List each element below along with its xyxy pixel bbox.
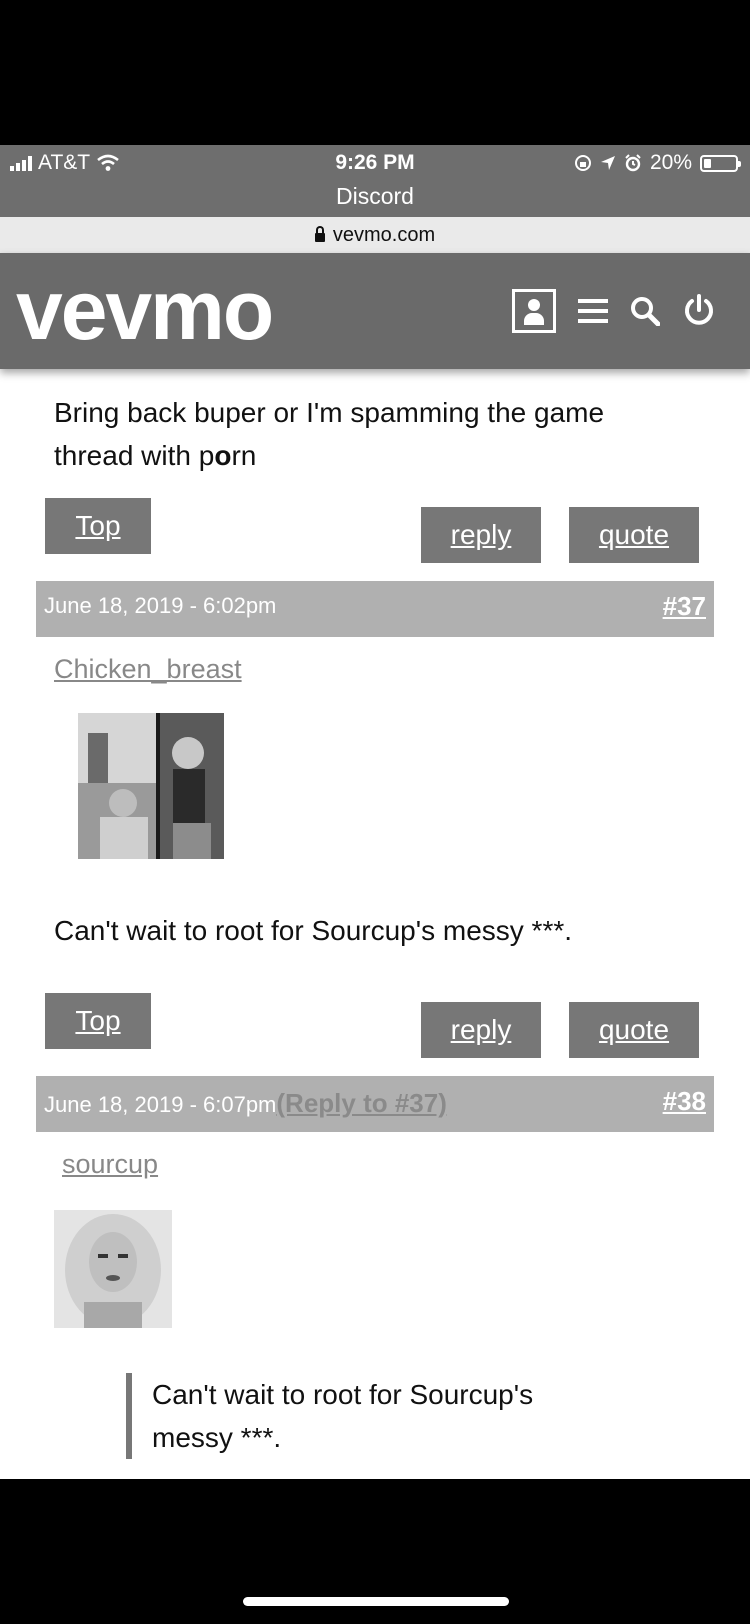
post-body-text: Bring back buper or I'm spamming the gam…: [54, 397, 605, 471]
status-right: 20%: [574, 151, 741, 175]
site-logo[interactable]: vevmo: [16, 255, 274, 365]
post-body-bold: o: [214, 440, 232, 471]
post-number-link[interactable]: #37: [663, 591, 706, 622]
post-body-text-end: rn: [231, 440, 257, 471]
phone-screen: AT&T 9:26 PM Discord 20% vevmo.com vevmo…: [0, 145, 750, 1479]
avatar[interactable]: [54, 1210, 172, 1328]
top-button[interactable]: Top: [45, 498, 151, 554]
back-to-app[interactable]: Discord: [0, 183, 750, 210]
menu-icon[interactable]: [578, 299, 608, 323]
reply-to-link[interactable]: (Reply to #37): [276, 1088, 447, 1118]
post-date-wrapper: June 18, 2019 - 6:07pm(Reply to #37): [44, 1088, 447, 1119]
search-icon[interactable]: [630, 296, 660, 326]
status-bar: AT&T 9:26 PM Discord 20%: [0, 145, 750, 217]
location-arrow-icon: [600, 156, 615, 170]
quote-button[interactable]: quote: [569, 507, 699, 563]
avatar[interactable]: [78, 713, 224, 859]
battery-icon: [700, 154, 741, 172]
alarm-icon: [625, 154, 641, 172]
reply-button[interactable]: reply: [421, 507, 541, 563]
post-header: June 18, 2019 - 6:07pm(Reply to #37) #38: [36, 1076, 714, 1132]
rotation-lock-icon: [574, 155, 591, 171]
post-header: June 18, 2019 - 6:02pm #37: [36, 581, 714, 637]
user-profile-icon[interactable]: [512, 289, 556, 333]
power-icon[interactable]: [682, 294, 716, 328]
site-header: vevmo: [0, 253, 750, 369]
battery-percent: 20%: [649, 151, 692, 174]
header-icons: [512, 289, 716, 333]
post-body: Can't wait to root for Sourcup's messy *…: [54, 915, 573, 946]
post-date: June 18, 2019 - 6:07pm: [44, 1092, 277, 1117]
post-body: Bring back buper or I'm spamming the gam…: [54, 391, 674, 477]
home-indicator[interactable]: [243, 1597, 509, 1606]
quoted-text: Can't wait to root for Sourcup's messy *…: [126, 1373, 572, 1459]
reply-button[interactable]: reply: [421, 1002, 541, 1058]
lock-icon: [314, 226, 325, 242]
username-link[interactable]: sourcup: [62, 1149, 158, 1180]
quote-button[interactable]: quote: [569, 1002, 699, 1058]
top-button[interactable]: Top: [45, 993, 151, 1049]
post-date: June 18, 2019 - 6:02pm: [44, 593, 277, 618]
url-domain: vevmo.com: [332, 224, 436, 246]
url-bar[interactable]: vevmo.com: [0, 217, 750, 253]
username-link[interactable]: Chicken_breast: [54, 654, 242, 685]
post-number-link[interactable]: #38: [663, 1086, 706, 1117]
